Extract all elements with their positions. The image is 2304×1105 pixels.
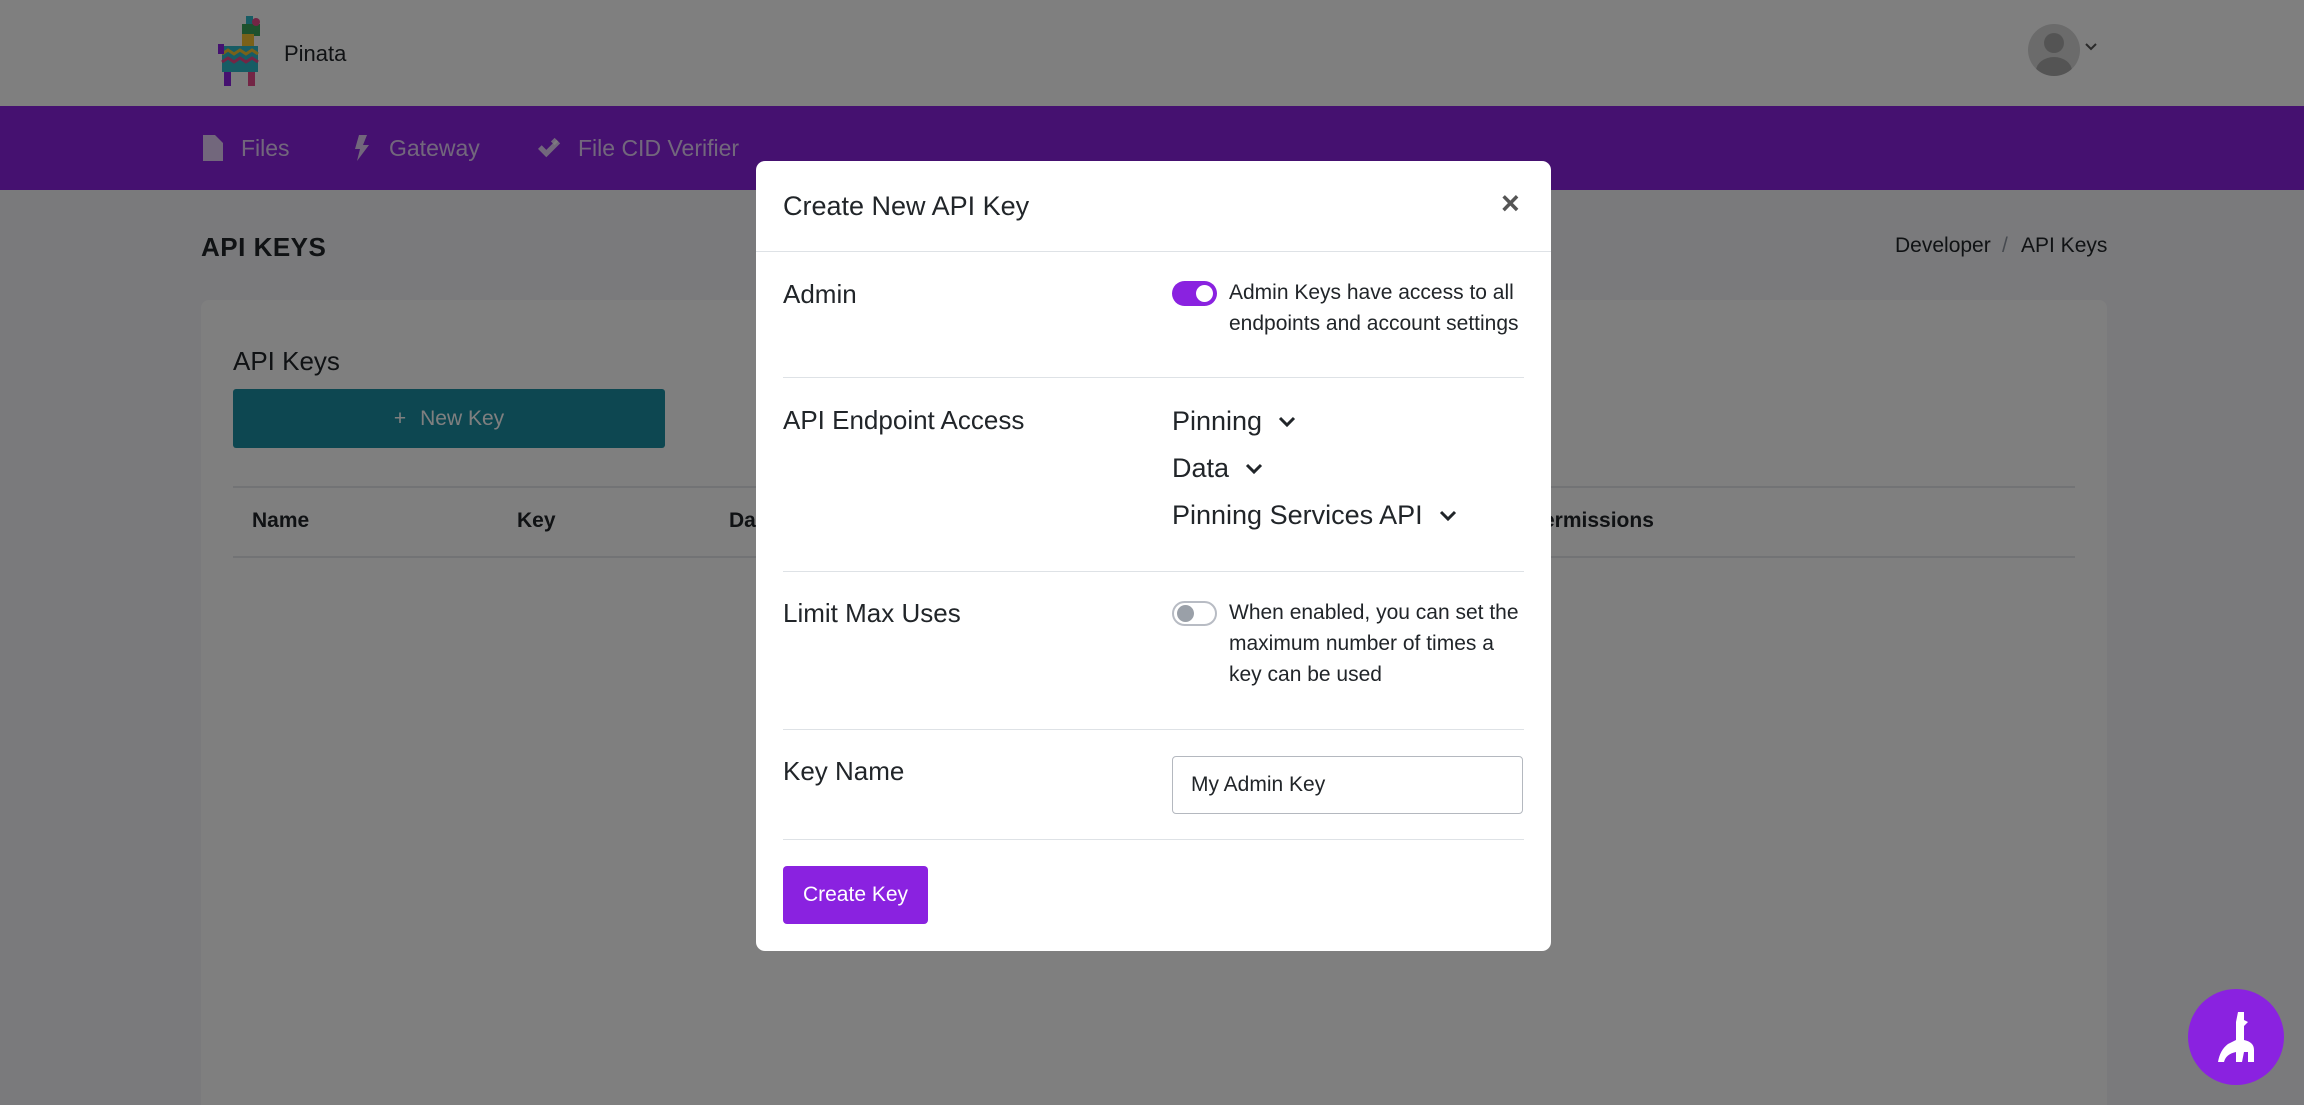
- endpoint-pinning-services-dropdown[interactable]: Pinning Services API: [1172, 500, 1457, 531]
- modal-title: Create New API Key: [783, 191, 1030, 221]
- create-key-button[interactable]: Create Key: [783, 866, 928, 924]
- divider: [783, 729, 1524, 730]
- limit-description: When enabled, you can set the maximum nu…: [1229, 601, 1519, 686]
- llama-icon: [2218, 1012, 2254, 1062]
- chevron-down-icon: [1245, 463, 1263, 474]
- endpoint-label: Pinning Services API: [1172, 500, 1423, 530]
- close-icon[interactable]: ×: [1501, 187, 1520, 219]
- divider: [783, 839, 1524, 840]
- chevron-down-icon: [1279, 416, 1296, 427]
- modal-header-divider: [756, 251, 1551, 252]
- llama-chat-icon[interactable]: [2188, 989, 2284, 1085]
- endpoint-label: Data: [1172, 453, 1230, 483]
- limit-max-uses-label: Limit Max Uses: [783, 598, 961, 628]
- endpoint-pinning-dropdown[interactable]: Pinning: [1172, 406, 1296, 437]
- create-api-key-modal: Create New API Key × Admin Admin Keys ha…: [756, 161, 1551, 951]
- endpoint-label: Pinning: [1172, 406, 1263, 436]
- admin-label: Admin: [783, 279, 857, 309]
- chevron-down-icon: [1439, 510, 1456, 521]
- divider: [783, 377, 1524, 378]
- key-name-label: Key Name: [783, 756, 905, 786]
- admin-toggle[interactable]: [1172, 281, 1217, 306]
- divider: [783, 571, 1524, 572]
- endpoint-data-dropdown[interactable]: Data: [1172, 453, 1263, 484]
- key-name-input[interactable]: [1172, 756, 1523, 814]
- admin-description: Admin Keys have access to all endpoints …: [1229, 281, 1519, 335]
- endpoint-access-label: API Endpoint Access: [783, 405, 1025, 435]
- limit-max-uses-toggle[interactable]: [1172, 601, 1217, 626]
